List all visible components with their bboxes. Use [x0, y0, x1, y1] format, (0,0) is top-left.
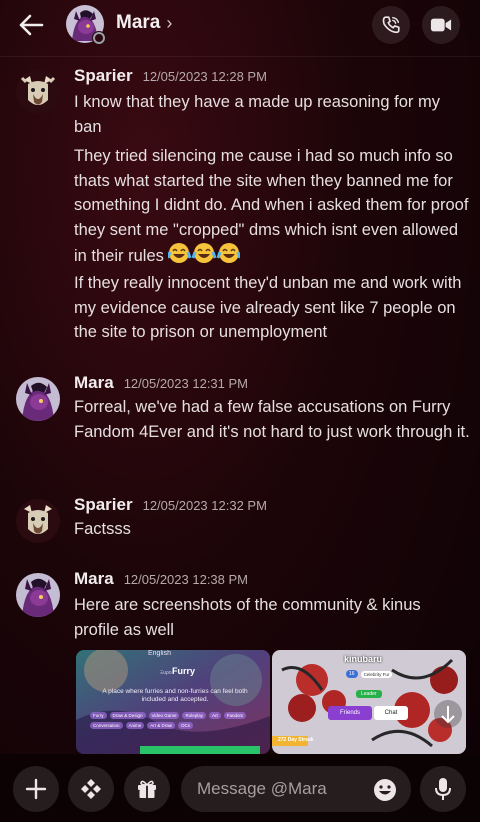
voice-call-button[interactable] [372, 6, 410, 44]
profile-title: Celebrity Fur [360, 670, 393, 678]
profile-screenshot-attachment[interactable]: kinubaru 16 Celebrity Fur Leader Friends… [272, 650, 466, 754]
apps-icon [81, 779, 101, 799]
gift-icon [138, 780, 156, 798]
message-text: They tried silencing me cause i had so m… [74, 144, 470, 272]
community-tag: Video Game [148, 712, 180, 719]
gift-button[interactable] [124, 766, 170, 812]
community-screenshot-attachment[interactable]: English Ξυρο Furry A place where furries… [76, 650, 270, 754]
voice-message-button[interactable] [420, 766, 466, 812]
sparier-avatar[interactable] [16, 499, 60, 543]
status-indicator-icon [92, 31, 106, 45]
community-tag: OCs [178, 722, 194, 729]
profile-level: 16 [346, 670, 358, 678]
chat-button[interactable]: Chat [374, 706, 408, 720]
community-tag: Draw & Design [109, 712, 146, 719]
message-header: Sparier 12/05/2023 12:32 PM [74, 495, 267, 515]
message-text: I know that they have a made up reasonin… [74, 93, 440, 136]
profile-streak: 272 Day Streak [278, 737, 314, 743]
message-author[interactable]: Mara [74, 569, 114, 589]
message-header: Sparier 12/05/2023 12:28 PM [74, 66, 267, 86]
message-text: Factsss [74, 520, 131, 538]
message-author[interactable]: Sparier [74, 495, 133, 515]
community-tag: Furry [90, 712, 107, 719]
header-divider [0, 56, 480, 57]
recipient-name-label: Mara [116, 12, 161, 33]
mara-avatar[interactable] [16, 377, 60, 421]
profile-role-badge: Leader [356, 690, 382, 698]
message-timestamp: 12/05/2023 12:31 PM [123, 376, 249, 391]
attach-button[interactable] [13, 766, 59, 812]
laughing-emoji-run [167, 242, 242, 272]
message-text: Forreal, we've had a few false accusatio… [74, 398, 470, 441]
community-tag-list: Furry Draw & Design Video Game Roleplay … [90, 712, 266, 729]
chat-label: Chat [384, 710, 398, 716]
message-timestamp: 12/05/2023 12:38 PM [123, 572, 249, 587]
message-author[interactable]: Sparier [74, 66, 133, 86]
profile-username: kinubaru [344, 654, 383, 664]
message-composer [0, 754, 480, 822]
apps-button[interactable] [68, 766, 114, 812]
video-call-button[interactable] [422, 6, 460, 44]
phone-icon [382, 16, 400, 34]
message-timestamp: 12/05/2023 12:28 PM [142, 69, 267, 84]
microphone-icon [435, 778, 451, 800]
message-timestamp: 12/05/2023 12:32 PM [142, 498, 267, 513]
emoji-picker-icon[interactable] [373, 778, 397, 802]
message-text: If they really innocent they'd unban me … [74, 274, 462, 341]
message-text-body: They tried silencing me cause i had so m… [74, 147, 469, 265]
chat-header: Mara › [0, 0, 480, 50]
message-author[interactable]: Mara [74, 373, 114, 393]
back-arrow-icon[interactable] [16, 10, 46, 40]
community-tag: Conversation [90, 722, 123, 729]
community-tag: Fandom [223, 712, 247, 719]
message-header: Mara 12/05/2023 12:31 PM [74, 373, 248, 393]
mara-avatar[interactable] [16, 573, 60, 617]
profile-badges: 16 Celebrity Fur [346, 670, 393, 678]
sparier-avatar[interactable] [16, 70, 60, 114]
friends-label: Friends [339, 710, 360, 716]
community-name: Furry [172, 666, 196, 676]
community-tag: Roleplay [182, 712, 206, 719]
community-description: A place where furries and non-furries ca… [102, 688, 248, 703]
recipient-name[interactable]: Mara › [116, 12, 172, 34]
friends-button[interactable]: Friends [328, 706, 372, 720]
community-tag: Art [208, 712, 221, 719]
chevron-right-icon: › [166, 12, 173, 33]
message-header: Mara 12/05/2023 12:38 PM [74, 569, 248, 589]
recipient-avatar[interactable] [66, 5, 106, 45]
community-tag: Anime [125, 722, 145, 729]
video-camera-icon [430, 18, 452, 32]
message-text: Here are screenshots of the community & … [74, 596, 421, 639]
community-name-prefix: Ξυρο [160, 670, 172, 676]
tears-of-joy-emoji-icon [167, 243, 192, 263]
plus-icon [25, 778, 47, 800]
community-language: English [148, 650, 171, 657]
community-tag: Art & Draw [147, 722, 176, 729]
